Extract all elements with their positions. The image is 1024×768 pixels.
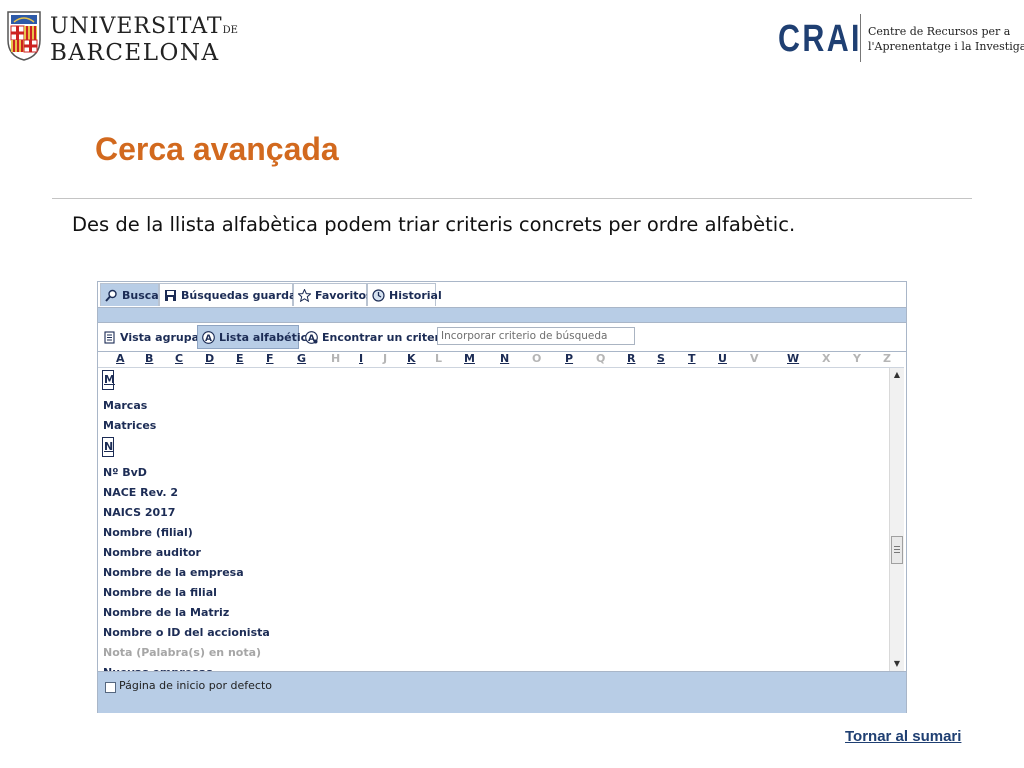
ub-logo-line1: UNIVERSITATDE [50,14,238,39]
alphabetical-list-button[interactable]: A Lista alfabética [197,325,315,349]
letter-r[interactable]: R [627,352,635,365]
advanced-search-panel: Buscar Búsquedas guardadas Favoritos His… [97,281,907,713]
group-header-m: M [102,370,115,390]
tab-historial[interactable]: Historial [367,283,442,306]
alphabet-index: A B C D E F G H I J K L M N O P Q R S T U V W X Y Z [98,351,906,367]
criteria-list-item[interactable]: Nº BvD [103,466,147,479]
alphabet-a-icon: A [202,330,215,344]
tab-content-header [98,308,906,322]
letter-l: L [435,352,443,365]
letter-c[interactable]: C [175,352,183,365]
tab-label: Buscar [122,288,165,302]
letter-d[interactable]: D [205,352,214,365]
letter-z: Z [883,352,891,365]
letter-h: H [331,352,341,365]
criteria-list-item[interactable]: Nombre auditor [103,546,201,559]
criteria-list-item[interactable]: Matrices [103,419,156,432]
scrollbar-thumb[interactable] [891,536,903,564]
letter-w[interactable]: W [787,352,799,365]
title-divider [52,198,972,199]
default-start-label: Página de inicio por defecto [119,679,273,692]
page-title: Cerca avançada [95,131,339,167]
save-icon [165,289,176,301]
panel-footer: Página de inicio por defecto [98,671,906,713]
grouped-view-button[interactable]: Vista agrupada [99,325,214,349]
letter-m[interactable]: M [464,352,475,365]
letter-q: Q [596,352,606,365]
criteria-list-item[interactable]: Nombre o ID del accionista [103,626,270,639]
tab-busquedas-guardadas[interactable]: Búsquedas guardadas [159,283,318,306]
criteria-list-item[interactable]: Nombre de la empresa [103,566,244,579]
crai-logo-divider [860,14,861,62]
universitat-de-barcelona-logo: UNIVERSITATDE BARCELONA [6,10,238,66]
document-icon [104,330,115,344]
letter-v: V [750,352,759,365]
letter-y: Y [853,352,861,365]
letter-k[interactable]: K [407,352,416,365]
criteria-list-item[interactable]: NACE Rev. 2 [103,486,178,499]
default-start-checkbox[interactable] [105,682,116,693]
letter-n[interactable]: N [500,352,509,365]
slide-description: Des de la llista alfabètica podem triar … [72,213,796,236]
criteria-list-item[interactable]: NAICS 2017 [103,506,175,519]
scroll-down-icon[interactable]: ▼ [890,657,904,671]
return-to-summary-link[interactable]: Tornar al sumari [845,728,961,745]
letter-f[interactable]: F [266,352,274,365]
criteria-list-item[interactable]: Nombre de la Matriz [103,606,229,619]
view-toolbar: Vista agrupada A Lista alfabética A Enco… [98,322,906,352]
ub-logo-line2: BARCELONA [50,40,220,66]
criteria-list-item[interactable]: Nombre (filial) [103,526,193,539]
letter-g[interactable]: G [297,352,306,365]
criteria-list-item[interactable]: Marcas [103,399,147,412]
criteria-list: M Marcas Matrices N Nº BvD NACE Rev. 2 NAICS 2… [98,367,904,671]
crai-mark: CRAI [778,18,862,60]
ub-shield-icon [7,11,41,61]
tab-favoritos[interactable]: Favoritos [293,283,373,306]
letter-s[interactable]: S [657,352,665,365]
criterion-search-input[interactable] [437,327,635,345]
history-icon [372,288,385,302]
letter-t[interactable]: T [688,352,696,365]
letter-o: O [532,352,542,365]
list-scrollbar[interactable]: ▲ ▼ [889,368,904,671]
group-header-n: N [102,437,114,457]
tab-label: Favoritos [315,288,373,302]
find-criterion-label: Encontrar un criterio [322,330,452,344]
letter-p[interactable]: P [565,352,573,365]
criteria-list-item: Nota (Palabra(s) en nota) [103,646,262,659]
letter-b[interactable]: B [145,352,153,365]
letter-u[interactable]: U [718,352,727,365]
crai-logo-text: Centre de Recursos per a l'Aprenentatge … [868,25,1024,53]
search-icon [105,289,117,302]
svg-text:A: A [205,334,212,344]
star-icon [298,288,311,302]
tab-buscar[interactable]: Buscar [100,283,164,306]
letter-e[interactable]: E [236,352,244,365]
letter-j: J [383,352,388,365]
letter-a[interactable]: A [116,352,125,365]
tab-label: Historial [389,288,442,302]
crai-logo: CRAI Centre de Recursos per a l'Aprenent… [778,14,1024,66]
criteria-list-item[interactable]: Nombre de la filial [103,586,217,599]
find-criterion-button[interactable]: A Encontrar un criterio [301,325,451,349]
tab-bar: Buscar Búsquedas guardadas Favoritos His… [98,282,906,308]
scroll-up-icon[interactable]: ▲ [890,368,904,382]
letter-x: X [822,352,831,365]
letter-i[interactable]: I [359,352,363,365]
find-criterion-icon: A [305,330,318,344]
